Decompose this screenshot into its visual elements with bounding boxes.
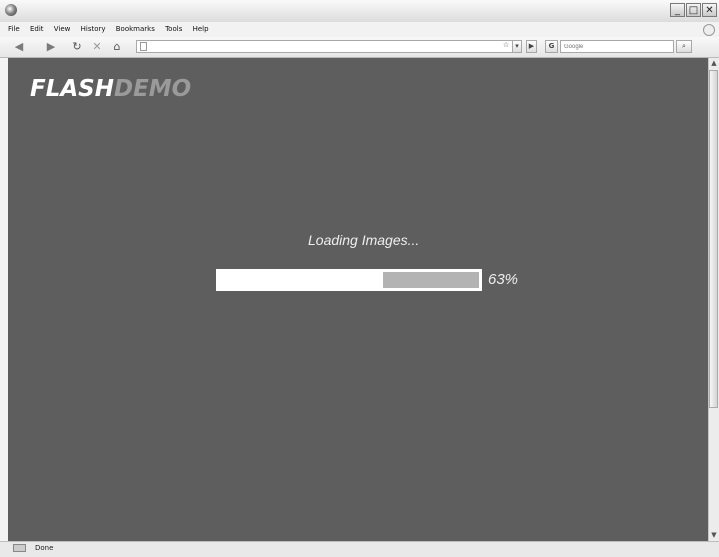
logo-part-flash: FLASH (30, 76, 114, 102)
scroll-down-icon[interactable]: ▼ (709, 530, 719, 540)
scroll-up-icon[interactable]: ▲ (709, 58, 719, 68)
progress-percent-label: 63% (488, 271, 519, 288)
firefox-icon (5, 4, 17, 16)
menu-bookmarks[interactable]: Bookmarks (116, 22, 155, 37)
flashdemo-logo: FLASHDEMO (30, 76, 191, 102)
progress-fill (217, 270, 383, 290)
forward-icon[interactable]: ▶ (44, 40, 58, 53)
stop-icon[interactable]: ✕ (90, 40, 104, 53)
search-icon[interactable]: ⌕ (676, 40, 692, 53)
close-button[interactable]: ✕ (702, 3, 717, 17)
go-button[interactable]: ▶ (526, 40, 537, 53)
menu-edit[interactable]: Edit (30, 22, 44, 37)
back-icon[interactable]: ◀ (12, 40, 26, 53)
search-box[interactable] (560, 40, 674, 53)
logo-part-demo: DEMO (113, 76, 192, 102)
loading-progress-bar (216, 269, 482, 291)
menu-bar: File Edit View History Bookmarks Tools H… (0, 22, 719, 37)
url-bar[interactable] (136, 40, 522, 53)
page-icon (140, 42, 147, 51)
status-bar (0, 541, 719, 557)
search-input[interactable] (564, 41, 669, 52)
scrollbar-thumb[interactable] (709, 70, 718, 408)
page-content: FLASHDEMO Loading Images... 63% (8, 58, 708, 541)
menu-history[interactable]: History (81, 22, 106, 37)
status-text: Done (35, 544, 54, 552)
search-engine-icon[interactable]: G (545, 40, 558, 53)
bookmark-star-icon[interactable]: ☆ (501, 40, 511, 53)
menu-tools[interactable]: Tools (165, 22, 182, 37)
maximize-button[interactable]: □ (686, 3, 701, 17)
menu-file[interactable]: File (8, 22, 20, 37)
reload-icon[interactable]: ↻ (70, 40, 84, 53)
activity-indicator-icon (703, 24, 715, 36)
loading-text: Loading Images... (308, 232, 420, 248)
minimize-button[interactable]: _ (670, 3, 685, 17)
status-icon (13, 544, 26, 552)
home-icon[interactable]: ⌂ (110, 40, 124, 53)
progress-remaining (383, 272, 479, 288)
url-input[interactable] (151, 41, 481, 52)
title-bar (0, 0, 719, 23)
menu-view[interactable]: View (54, 22, 71, 37)
url-dropdown-button[interactable]: ▾ (512, 40, 522, 53)
menu-help[interactable]: Help (193, 22, 209, 37)
